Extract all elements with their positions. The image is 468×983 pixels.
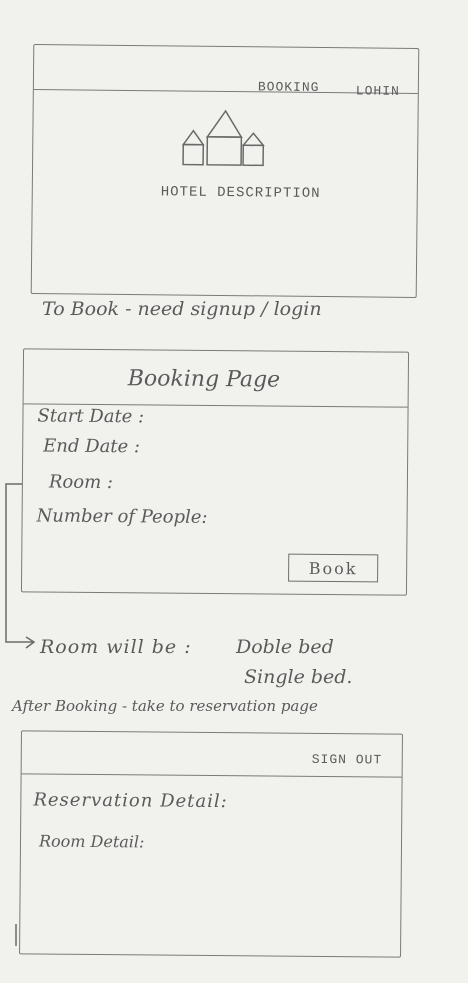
room-note-prefix: Room will be : [40, 636, 192, 658]
reservation-nav-divider [21, 773, 402, 778]
reservation-page-frame: SIGN OUT Reservation Detail: Room Detail… [19, 730, 403, 958]
room-option-single: Single bed. [244, 666, 353, 688]
after-booking-note: After Booking - take to reservation page [12, 697, 318, 715]
room-option-double: Doble bed [236, 636, 334, 658]
sign-out-button[interactable]: SIGN OUT [312, 752, 383, 768]
reservation-detail-label: Reservation Detail: [33, 789, 228, 813]
room-detail-label: Room Detail: [38, 831, 145, 852]
